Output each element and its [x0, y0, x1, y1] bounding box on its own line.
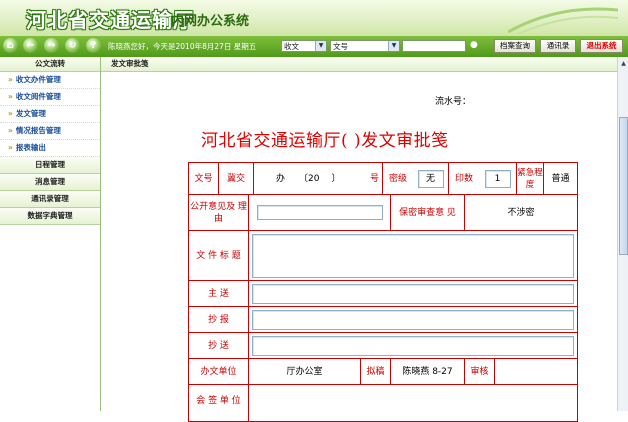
exit-system-button[interactable]: 退出系统	[580, 39, 623, 53]
sidebar-item-report[interactable]: » 情况报告管理	[0, 123, 100, 140]
cc-report-cell	[249, 307, 577, 333]
sidebar-item-export[interactable]: » 报表输出	[0, 140, 100, 157]
vertical-scrollbar[interactable]: ▲	[617, 57, 628, 411]
sidebar-group-schedule[interactable]: 日程管理	[0, 157, 100, 174]
doc-number-ban: 办	[276, 173, 286, 184]
sidebar-group-dictionary[interactable]: 数据字典管理	[0, 208, 100, 225]
chevron-right-icon: »	[8, 126, 13, 135]
sidebar-item-label: 情况报告管理	[15, 126, 61, 135]
miji-label: 密级	[383, 163, 413, 195]
sidebar-group-contacts[interactable]: 通讯录管理	[0, 191, 100, 208]
miji-field[interactable]: 无	[417, 169, 444, 188]
archive-query-button[interactable]: 档案查询	[494, 39, 536, 53]
miji-cell: 无	[413, 163, 449, 195]
doc-number-field[interactable]: 办 〔20 〕	[254, 163, 382, 195]
public-opinion-field[interactable]	[256, 205, 383, 220]
doc-number-year-close: 〕	[331, 173, 341, 184]
urgency-label: 紧急程度	[517, 163, 544, 195]
cc-report-field[interactable]	[252, 309, 574, 330]
document-title: 河北省交通运输厅( )发文审批笺	[201, 131, 449, 151]
chevron-right-icon: »	[8, 92, 13, 101]
chevron-down-icon: ▼	[388, 41, 399, 51]
public-opinion-label: 公开意见及 理 由	[189, 195, 249, 231]
drafter-field[interactable]: 陈晓燕 8-27	[391, 359, 465, 385]
yinshu-cell: 1	[479, 163, 517, 195]
chevron-right-icon: »	[8, 109, 13, 118]
approval-form: 文号 冀交 办 〔20 〕 号 密级 无 印数 1 紧急程度 普通 公开意见及 …	[188, 162, 578, 422]
office-unit-field[interactable]: 厅办公室	[249, 359, 361, 385]
scroll-up-icon[interactable]: ▲	[619, 59, 628, 68]
wenhao-label: 文号	[189, 163, 219, 195]
content-header: 发文审批笺	[101, 57, 617, 72]
refresh-icon[interactable]: ↻	[65, 38, 80, 53]
sidebar-item-label: 收文办件管理	[15, 75, 61, 84]
help-icon[interactable]: ?	[86, 38, 101, 53]
chevron-down-icon: ▼	[315, 41, 326, 51]
search-field-select-value: 文号	[333, 42, 348, 51]
main-recipient-cell	[249, 281, 577, 307]
reviewer-field[interactable]	[495, 359, 577, 385]
public-opinion-cell	[249, 195, 391, 231]
file-title-field[interactable]	[252, 233, 574, 278]
sidebar-item-label: 收文阅件管理	[15, 92, 61, 101]
cc-report-label: 抄 报	[189, 307, 249, 333]
doc-type-select-value: 收文	[284, 42, 299, 51]
scrollbar-thumb[interactable]	[619, 117, 628, 255]
chevron-right-icon: »	[8, 143, 13, 152]
urgency-field[interactable]: 普通	[544, 163, 577, 195]
sidebar: 公文流转 » 收文办件管理 » 收文阅件管理 » 发文管理 » 情况报告管理 » 报表输出…	[0, 57, 101, 411]
file-title-cell	[249, 231, 577, 281]
countersign-field[interactable]	[249, 385, 577, 421]
search-icon[interactable]: ●	[470, 40, 480, 52]
cc-send-field[interactable]	[252, 335, 574, 356]
back-icon[interactable]: ←	[23, 38, 38, 53]
sidebar-item-incoming-reading[interactable]: » 收文阅件管理	[0, 89, 100, 106]
doc-type-select[interactable]: 收文 ▼	[281, 40, 327, 52]
secrecy-review-field[interactable]: 不涉密	[465, 195, 577, 231]
countersign-label: 会 签 单 位	[189, 385, 249, 421]
sidebar-item-label: 发文管理	[15, 109, 46, 118]
toolbar: ⌂ ← → ↻ ? 陈晓燕您好，今天是2010年8月27日 星期五 收文 ▼ 文…	[0, 36, 628, 57]
header-swoosh-decoration	[508, 7, 618, 34]
reviewer-label: 审核	[465, 359, 495, 385]
cc-send-cell	[249, 333, 577, 359]
sidebar-head[interactable]: 公文流转	[0, 57, 100, 72]
yinshu-field[interactable]: 1	[484, 169, 511, 188]
main-recipient-field[interactable]	[252, 283, 574, 304]
main-recipient-label: 主 送	[189, 281, 249, 307]
hao-label: 号	[367, 163, 383, 195]
file-title-label: 文 件 标 题	[189, 231, 249, 281]
sidebar-item-label: 报表输出	[15, 143, 46, 152]
sidebar-item-outgoing[interactable]: » 发文管理	[0, 106, 100, 123]
app-header: 河北省交通运输厅 内网办公系统	[0, 0, 628, 36]
jijiao-label: 冀交	[219, 163, 254, 195]
drafter-label: 拟稿	[361, 359, 391, 385]
greeting-text: 陈晓燕您好，今天是2010年8月27日 星期五	[108, 42, 257, 51]
cc-send-label: 抄 送	[189, 333, 249, 359]
doc-number-year-open: 〔20	[299, 173, 320, 184]
app-subtitle: 内网办公系统	[171, 14, 250, 29]
document-area: 流水号： 河北省交通运输厅( )发文审批笺 文号 冀交 办 〔20 〕 号 密级…	[101, 72, 617, 422]
page-title: 发文审批笺	[111, 59, 149, 68]
app-title: 河北省交通运输厅	[26, 8, 194, 32]
address-book-button[interactable]: 通讯录	[540, 39, 576, 53]
chevron-right-icon: »	[8, 75, 13, 84]
sidebar-item-incoming-handling[interactable]: » 收文办件管理	[0, 72, 100, 89]
search-input[interactable]	[402, 40, 466, 52]
secrecy-review-label: 保密审查意 见	[391, 195, 465, 231]
office-unit-label: 办文单位	[189, 359, 249, 385]
forward-icon[interactable]: →	[44, 38, 59, 53]
home-icon[interactable]: ⌂	[3, 38, 18, 53]
search-field-select[interactable]: 文号 ▼	[330, 40, 400, 52]
sidebar-group-messages[interactable]: 消息管理	[0, 174, 100, 191]
yinshu-label: 印数	[449, 163, 479, 195]
serial-number-label: 流水号：	[435, 97, 472, 107]
